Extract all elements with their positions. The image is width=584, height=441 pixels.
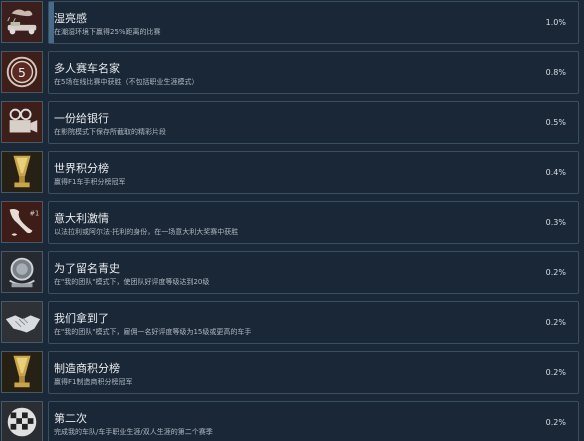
achievement-percent: 1.0% [545,18,566,27]
achievement-percent: 0.8% [545,68,566,77]
achievement-row[interactable]: 一份给银行 在影院模式下保存所截取的精彩片段 0.5% [0,101,584,147]
achievement-description: 在5场在线比赛中获胜（不包括职业生涯模式） [54,78,199,86]
achievement-title: 意大利激情 [54,212,109,225]
achievement-row[interactable]: 第二次 完成我的车队/车手职业生涯/双人生涯的第二个赛季 0.2% [0,401,584,441]
svg-text:5: 5 [18,66,26,80]
achievement-description: 以法拉利或阿尔法·托利的身份，在一场意大利大奖赛中获胜 [54,228,239,236]
achievement-panel: 湿亮感 在潮湿环境下赢得25%距离的比赛 1.0% [48,1,579,44]
italy-map-icon: #1 [1,201,43,243]
achievement-percent: 0.4% [545,168,566,177]
achievement-title: 为了留名青史 [54,262,120,275]
achievement-row[interactable]: 湿亮感 在潮湿环境下赢得25%距离的比赛 1.0% [0,1,584,47]
achievement-description: 在潮湿环境下赢得25%距离的比赛 [54,28,161,36]
achievement-percent: 0.5% [545,118,566,127]
achievement-title: 第二次 [54,412,87,425]
achievement-panel: 为了留名青史 在"我的团队"模式下，使团队好评度等级达到20级 0.2% [48,251,579,294]
achievement-description: 在"我的团队"模式下，使团队好评度等级达到20级 [54,278,210,286]
achievement-panel: 一份给银行 在影院模式下保存所截取的精彩片段 0.5% [48,101,579,144]
achievement-description: 在影院模式下保存所截取的精彩片段 [54,128,166,136]
achievement-row[interactable]: 我们拿到了 在"我的团队"模式下，雇佣一名好评度等级为15级或更高的车手 0.2… [0,301,584,347]
achievement-panel: 多人赛车名家 在5场在线比赛中获胜（不包括职业生涯模式） 0.8% [48,51,579,94]
achievement-percent: 0.3% [545,218,566,227]
achievement-description: 赢得F1车手积分榜冠军 [54,178,126,186]
achievement-title: 我们拿到了 [54,312,109,325]
achievement-percent: 0.2% [545,418,566,427]
achievement-row[interactable]: 世界积分榜 赢得F1车手积分榜冠军 0.4% [0,151,584,197]
handshake-icon [1,301,43,343]
achievement-percent: 0.2% [545,318,566,327]
achievement-row[interactable]: 制造商积分榜 赢得F1制造商积分榜冠军 0.2% [0,351,584,397]
achievement-percent: 0.2% [545,368,566,377]
achievement-panel: 意大利激情 以法拉利或阿尔法·托利的身份，在一场意大利大奖赛中获胜 0.3% [48,201,579,244]
achievement-panel: 世界积分榜 赢得F1车手积分榜冠军 0.4% [48,151,579,194]
number-five-badge-icon: 5 [1,51,43,93]
film-camera-icon [1,101,43,143]
achievement-title: 世界积分榜 [54,162,109,175]
achievement-row[interactable]: 5 多人赛车名家 在5场在线比赛中获胜（不包括职业生涯模式） 0.8% [0,51,584,97]
achievement-panel: 我们拿到了 在"我的团队"模式下，雇佣一名好评度等级为15级或更高的车手 0.2… [48,301,579,344]
achievement-row[interactable]: 为了留名青史 在"我的团队"模式下，使团队好评度等级达到20级 0.2% [0,251,584,297]
checkered-flag-icon [1,401,43,441]
achievement-panel: 第二次 完成我的车队/车手职业生涯/双人生涯的第二个赛季 0.2% [48,401,579,441]
laurel-emblem-icon [1,251,43,293]
achievement-percent: 0.2% [545,268,566,277]
gold-trophy-icon [1,351,43,393]
achievement-title: 多人赛车名家 [54,62,120,75]
racing-car-wet-icon [1,1,43,43]
gold-trophy-icon [1,151,43,193]
achievement-title: 一份给银行 [54,112,109,125]
achievement-row[interactable]: #1 意大利激情 以法拉利或阿尔法·托利的身份，在一场意大利大奖赛中获胜 0.3… [0,201,584,247]
achievement-description: 在"我的团队"模式下，雇佣一名好评度等级为15级或更高的车手 [54,328,252,336]
achievement-panel: 制造商积分榜 赢得F1制造商积分榜冠军 0.2% [48,351,579,394]
svg-text:#1: #1 [29,209,39,217]
achievement-title: 制造商积分榜 [54,362,120,375]
achievement-title: 湿亮感 [54,12,87,25]
achievement-description: 完成我的车队/车手职业生涯/双人生涯的第二个赛季 [54,428,213,436]
achievement-list: 湿亮感 在潮湿环境下赢得25%距离的比赛 1.0% 5 多人赛车名家 在5场在线… [0,0,584,441]
achievement-description: 赢得F1制造商积分榜冠军 [54,378,133,386]
